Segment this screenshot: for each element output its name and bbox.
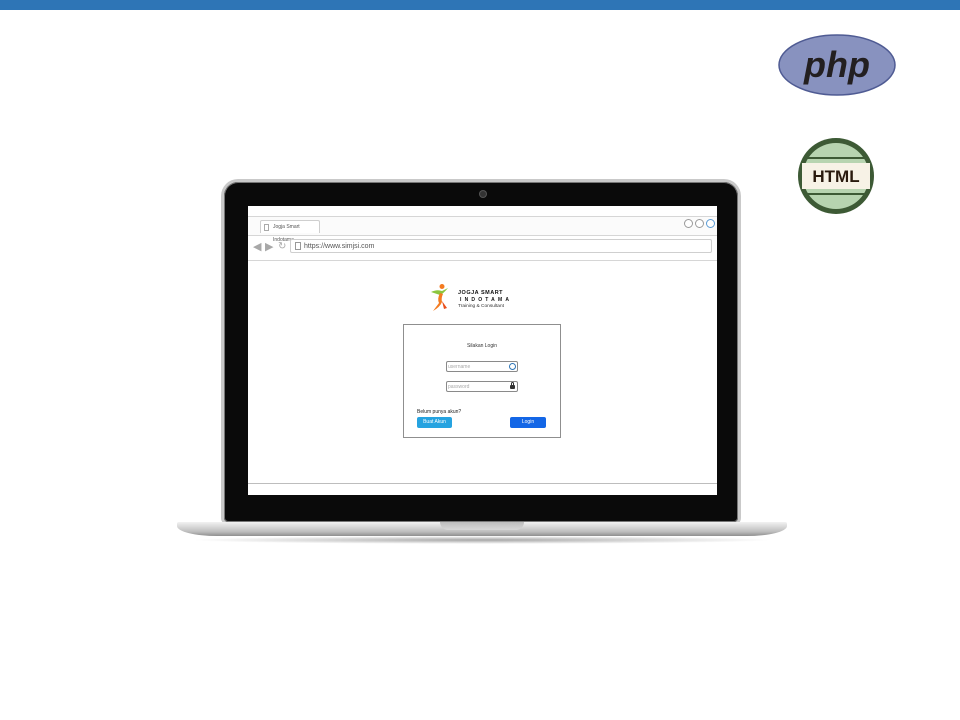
back-arrow-icon[interactable]: ◀ <box>253 241 261 253</box>
browser-tab-strip: Jogja Smart Indotama <box>248 216 717 243</box>
maximize-icon[interactable] <box>695 219 704 228</box>
forward-arrow-icon[interactable]: ▶ <box>265 241 273 253</box>
page-icon <box>295 242 301 250</box>
document-icon <box>264 224 269 231</box>
brand-tagline: Training & Consultant <box>458 304 504 309</box>
user-icon <box>509 363 516 370</box>
browser-nav-bar: ◀ ▶ ↻ https://www.simjsi.com <box>248 236 717 261</box>
php-logo: php <box>778 34 896 96</box>
lock-icon <box>510 382 515 389</box>
svg-text:php: php <box>803 44 870 85</box>
login-title: Silakan Login <box>466 343 498 349</box>
svg-text:HTML: HTML <box>812 167 859 186</box>
laptop-notch <box>440 522 524 530</box>
jogja-smart-logo-icon <box>431 284 448 311</box>
top-accent-bar <box>0 0 960 10</box>
login-panel: Silakan Login Belum punya akun? Buat Aku… <box>403 324 561 438</box>
brand-sub: INDOTAMA <box>460 297 513 303</box>
webcam <box>480 191 486 197</box>
browser-status-bar <box>248 483 717 484</box>
browser-tab[interactable]: Jogja Smart Indotama <box>260 220 320 243</box>
brand-name: JOGJA SMART <box>458 290 504 296</box>
password-input[interactable] <box>448 382 506 391</box>
minimize-icon[interactable] <box>684 219 693 228</box>
signup-prompt: Belum punya akun? <box>417 409 462 415</box>
username-field[interactable] <box>446 361 518 372</box>
signup-button[interactable]: Buat Akun <box>417 417 452 428</box>
laptop-shadow <box>190 536 774 544</box>
refresh-icon[interactable]: ↻ <box>278 241 286 253</box>
html-badge: HTML <box>798 138 874 214</box>
username-input[interactable] <box>448 362 506 371</box>
url-text: https://www.simjsi.com <box>304 243 375 250</box>
address-bar[interactable]: https://www.simjsi.com <box>290 239 712 253</box>
password-field[interactable] <box>446 381 518 392</box>
login-button[interactable]: Login <box>510 417 546 428</box>
close-icon[interactable] <box>706 219 715 228</box>
laptop-screen: Jogja Smart Indotama ◀ ▶ ↻ https://www.s… <box>248 206 717 495</box>
